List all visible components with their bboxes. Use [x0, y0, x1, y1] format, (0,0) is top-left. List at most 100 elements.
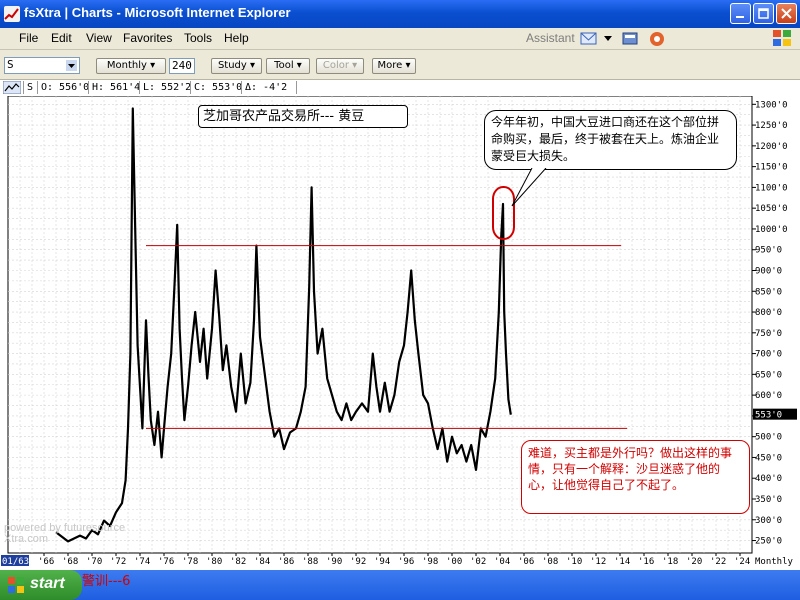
y-tick-label: 450'0 — [755, 453, 782, 463]
symbol-select[interactable]: S — [4, 57, 80, 74]
y-tick-label: 1300'0 — [755, 100, 788, 110]
book-icon[interactable] — [621, 30, 639, 47]
x-tick-label: '24 — [734, 557, 750, 567]
quote-low: L: 552'2 — [139, 81, 191, 94]
chart-toolbar: S Monthly ▾ 240 Study ▾ Tool ▾ Color ▾ M… — [0, 50, 800, 80]
price-chart[interactable]: 1300'0 1250'0 1200'0 1150'0 1100'0 1050'0 1000… — [0, 95, 800, 568]
study-button[interactable]: Study ▾ — [211, 58, 262, 74]
x-tick-label: '86 — [278, 557, 294, 567]
symbol-value: S — [7, 58, 14, 71]
x-tick-label: '80 — [206, 557, 222, 567]
windows-logo-icon — [773, 30, 791, 46]
y-tick-label: 1050'0 — [755, 204, 788, 214]
y-tick-label: 1200'0 — [755, 142, 788, 152]
last-price-label: 553'0 — [755, 411, 782, 421]
x-tick-label: '72 — [110, 557, 126, 567]
x-tick-label: '08 — [542, 557, 558, 567]
start-button[interactable]: start — [0, 570, 82, 600]
color-button[interactable]: Color ▾ — [316, 58, 364, 74]
window-title: fsXtra | Charts - Microsoft Internet Exp… — [24, 5, 291, 20]
x-unit-label: Monthly — [755, 557, 794, 567]
y-tick-label: 800'0 — [755, 308, 782, 318]
chevron-down-icon[interactable] — [604, 36, 612, 42]
menu-view[interactable]: View — [86, 31, 112, 45]
more-label: More — [377, 60, 403, 71]
chevron-down-icon[interactable] — [66, 60, 77, 71]
x-tick-label: '20 — [686, 557, 702, 567]
quote-high: H: 561'4 — [88, 81, 140, 94]
line-chart-icon[interactable] — [3, 81, 21, 94]
y-tick-label: 950'0 — [755, 246, 782, 256]
quote-close: C: 553'0 — [190, 81, 242, 94]
period-button[interactable]: Monthly ▾ — [96, 58, 166, 74]
menu-bar: File Edit View Favorites Tools Help Assi… — [0, 28, 800, 50]
x-tick-label: '68 — [62, 557, 78, 567]
quote-change: Δ: -4'2 — [241, 81, 287, 94]
menu-edit[interactable]: Edit — [51, 31, 72, 45]
chart-title-box: 芝加哥农产品交易所--- 黄豆 — [198, 105, 408, 128]
menu-favorites[interactable]: Favorites — [123, 31, 172, 45]
x-tick-label: '88 — [302, 557, 318, 567]
study-label: Study — [217, 60, 247, 71]
app-icon — [4, 6, 20, 22]
x-tick-label: '82 — [230, 557, 246, 567]
callout-top: 今年年初，中国大豆进口商还在这个部位拼命购买，最后，终于被套在天上。炼油企业蒙受… — [484, 110, 737, 170]
y-tick-label: 500'0 — [755, 433, 782, 443]
y-tick-label: 400'0 — [755, 474, 782, 484]
y-tick-label: 900'0 — [755, 266, 782, 276]
quote-separator — [296, 81, 304, 94]
watermark-text: powered by futuresource Xtra.com — [4, 522, 126, 545]
x-tick-label: '92 — [350, 557, 366, 567]
quote-symbol: S — [23, 81, 33, 94]
x-tick-label: '04 — [494, 557, 510, 567]
x-tick-label: '76 — [158, 557, 174, 567]
x-tick-label: '02 — [470, 557, 486, 567]
y-tick-label: 600'0 — [755, 391, 782, 401]
x-tick-label: '06 — [518, 557, 534, 567]
x-tick-label: '16 — [638, 557, 654, 567]
menu-help[interactable]: Help — [224, 31, 249, 45]
x-tick-label: '10 — [566, 557, 582, 567]
close-button[interactable] — [776, 3, 797, 24]
x-tick-label: '14 — [614, 557, 630, 567]
x-tick-label: '98 — [422, 557, 438, 567]
messenger-icon[interactable] — [648, 30, 666, 47]
windows-logo-icon — [8, 577, 24, 593]
y-tick-label: 1250'0 — [755, 121, 788, 131]
more-button[interactable]: More ▾ — [372, 58, 416, 74]
minimize-button[interactable] — [730, 3, 751, 24]
x-tick-label: '96 — [398, 557, 414, 567]
y-tick-label: 1100'0 — [755, 183, 788, 193]
callout-pointer — [511, 168, 547, 207]
callout-bottom: 难道，买主都是外行吗？做出这样的事情，只有一个解释：沙旦迷惑了他的心，让他觉得自… — [521, 440, 750, 514]
watermark: powered by futuresource Xtra.com — [4, 523, 154, 545]
x-tick-label: '70 — [86, 557, 102, 567]
menu-file[interactable]: File — [19, 31, 38, 45]
bar-count-input[interactable]: 240 — [169, 58, 195, 74]
y-tick-label: 850'0 — [755, 287, 782, 297]
tool-button[interactable]: Tool ▾ — [266, 58, 310, 74]
x-tick-label: '84 — [254, 557, 270, 567]
y-tick-label: 750'0 — [755, 329, 782, 339]
x-tick-label: '74 — [134, 557, 150, 567]
y-tick-label: 700'0 — [755, 350, 782, 360]
menu-tools[interactable]: Tools — [184, 31, 212, 45]
x-tick-label: '94 — [374, 557, 390, 567]
x-start-label: 01/63 — [2, 557, 29, 567]
y-tick-label: 1000'0 — [755, 225, 788, 235]
x-tick-label: '66 — [38, 557, 54, 567]
mail-icon[interactable] — [580, 30, 597, 47]
y-tick-label: 300'0 — [755, 516, 782, 526]
maximize-button[interactable] — [753, 3, 774, 24]
quote-open: O: 556'0 — [37, 81, 89, 94]
quote-bar: S O: 556'0 H: 561'4 L: 552'2 C: 553'0 Δ:… — [0, 80, 800, 97]
y-tick-label: 250'0 — [755, 537, 782, 547]
period-label: Monthly — [106, 60, 147, 71]
y-tick-label: 350'0 — [755, 495, 782, 505]
window-titlebar: fsXtra | Charts - Microsoft Internet Exp… — [0, 0, 800, 28]
slide-footer: 警训---6 — [82, 574, 131, 589]
chart-title: 芝加哥农产品交易所--- 黄豆 — [203, 109, 365, 124]
tool-label: Tool — [274, 60, 294, 71]
assistant-label: Assistant — [526, 31, 575, 45]
x-tick-label: '22 — [710, 557, 726, 567]
